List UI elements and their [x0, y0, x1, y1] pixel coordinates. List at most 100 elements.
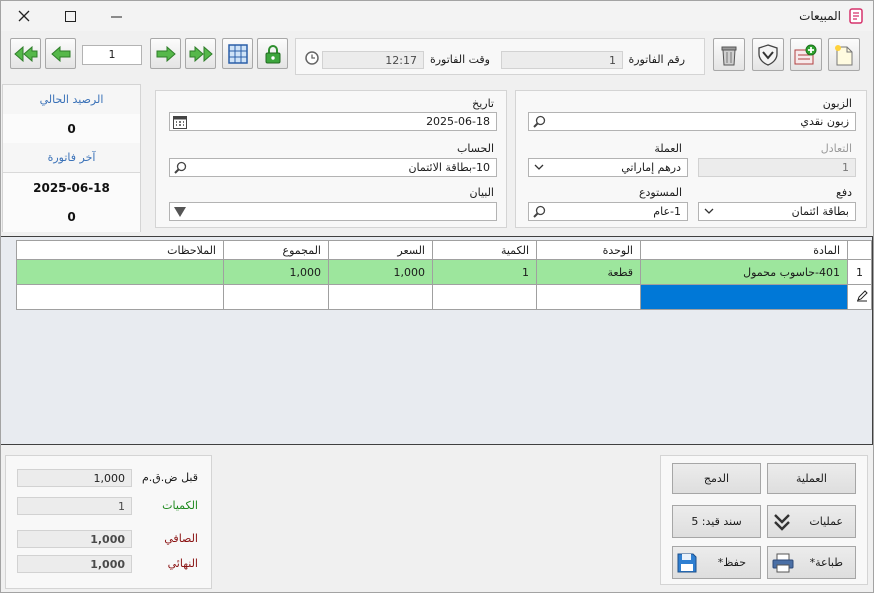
cell-notes[interactable]: [16, 259, 224, 285]
account-field[interactable]: 10-بطاقة الائتمان: [169, 158, 497, 177]
account-label: الحساب: [456, 142, 494, 155]
cell-item-active[interactable]: [640, 284, 848, 310]
minimize-button[interactable]: [93, 1, 139, 31]
close-button[interactable]: [1, 1, 47, 31]
customer-summary-panel: الرصيد الحالي 0 آخر فاتورة 2025-06-18 0: [2, 84, 141, 232]
maximize-button[interactable]: [47, 1, 93, 31]
add-record-button[interactable]: [790, 38, 822, 71]
record-number-input[interactable]: 1: [82, 45, 142, 65]
currency-label: العملة: [654, 142, 682, 155]
cell-quantity[interactable]: [432, 284, 537, 310]
customer-label: الزبون: [822, 97, 852, 110]
new-row-indicator[interactable]: [847, 284, 872, 310]
first-record-icon: [13, 45, 37, 62]
operation-button[interactable]: العملية: [767, 463, 856, 494]
printer-icon: [772, 553, 794, 572]
calendar-icon[interactable]: [171, 114, 189, 129]
row-number-header: [847, 240, 872, 260]
payment-value: بطاقة ائتمان: [791, 205, 849, 218]
last-record-button[interactable]: [185, 38, 216, 69]
dropdown-triangle-icon[interactable]: [171, 204, 189, 219]
cell-unit[interactable]: [536, 284, 641, 310]
title-bar: المبيعات: [1, 1, 873, 31]
row-number[interactable]: 1: [847, 259, 872, 285]
previous-record-button[interactable]: [45, 38, 76, 69]
currency-select[interactable]: درهم إماراتي: [528, 158, 688, 177]
shield-check-icon: [758, 43, 778, 66]
approve-button[interactable]: [752, 38, 784, 71]
column-header-price[interactable]: السعر: [328, 240, 433, 260]
invoice-time-label: وقت الفاتورة: [429, 53, 490, 66]
column-header-notes[interactable]: الملاحظات: [16, 240, 224, 260]
floppy-disk-icon: [677, 553, 697, 572]
close-icon: [18, 10, 30, 22]
cell-quantity[interactable]: 1: [432, 259, 537, 285]
cell-price[interactable]: [328, 284, 433, 310]
cell-total[interactable]: [223, 284, 329, 310]
invoice-time-field[interactable]: 12:17: [322, 51, 424, 69]
customer-field[interactable]: زبون نقدي: [528, 112, 856, 131]
items-table: الملاحظات المجموع السعر الكمية الوحدة ال…: [16, 240, 872, 310]
current-balance-value: 0: [3, 114, 140, 144]
invoice-number-label: رقم الفاتورة: [628, 53, 685, 66]
trash-icon: [721, 46, 737, 65]
next-record-button[interactable]: [150, 38, 181, 69]
invoice-info-panel: 12:17 وقت الفاتورة 1 رقم الفاتورة: [295, 38, 705, 75]
before-vat-field: 1,000: [17, 469, 132, 487]
warehouse-value: 1-عام: [653, 205, 681, 218]
final-field: 1,000: [17, 555, 132, 573]
cell-unit[interactable]: قطعة: [536, 259, 641, 285]
chevron-down-icon[interactable]: [700, 204, 718, 219]
journal-voucher-button[interactable]: سند قيد: 5: [672, 505, 761, 538]
warehouse-field[interactable]: 1-عام: [528, 202, 688, 221]
previous-record-icon: [50, 45, 70, 62]
items-grid[interactable]: الملاحظات المجموع السعر الكمية الوحدة ال…: [0, 236, 873, 445]
sales-document-icon: [849, 8, 863, 27]
delete-button[interactable]: [713, 38, 745, 71]
table-row[interactable]: 1,000 1,000 1 قطعة 401-حاسوب محمول 1: [16, 259, 872, 285]
lock-icon: [265, 44, 280, 63]
payment-label: دفع: [835, 186, 852, 199]
operations-menu-button[interactable]: عمليات: [767, 505, 856, 538]
maximize-icon: [64, 10, 76, 22]
save-button[interactable]: حفظ*: [672, 546, 761, 579]
invoice-details-panel: تاريخ 2025-06-18 الحساب 10-بطاقة الائتما…: [155, 90, 507, 228]
new-table-row[interactable]: [16, 284, 872, 310]
window-title: المبيعات: [799, 9, 841, 23]
column-header-item[interactable]: المادة: [640, 240, 848, 260]
date-field[interactable]: 2025-06-18: [169, 112, 497, 131]
before-vat-label: قبل ض.ق.م: [141, 471, 198, 484]
first-record-button[interactable]: [10, 38, 41, 69]
cell-item[interactable]: 401-حاسوب محمول: [640, 259, 848, 285]
search-icon[interactable]: [171, 160, 189, 175]
column-header-total[interactable]: المجموع: [223, 240, 329, 260]
statement-field[interactable]: [169, 202, 497, 221]
last-invoice-date: 2025-06-18: [3, 173, 140, 203]
last-invoice-label: آخر فاتورة: [3, 143, 140, 173]
chevron-down-icon[interactable]: [530, 160, 548, 175]
cell-total[interactable]: 1,000: [223, 259, 329, 285]
print-button[interactable]: طباعة*: [767, 546, 856, 579]
grid-view-icon: [227, 43, 248, 64]
current-balance-label: الرصيد الحالي: [3, 85, 140, 115]
column-header-unit[interactable]: الوحدة: [536, 240, 641, 260]
lock-button[interactable]: [257, 38, 288, 69]
new-document-button[interactable]: [828, 38, 860, 71]
next-record-icon: [156, 45, 176, 62]
save-label: حفظ*: [717, 556, 746, 569]
payment-select[interactable]: بطاقة ائتمان: [698, 202, 856, 221]
search-icon[interactable]: [530, 204, 548, 219]
date-value: 2025-06-18: [426, 115, 490, 128]
clock-icon: [305, 51, 319, 68]
table-header-row: الملاحظات المجموع السعر الكمية الوحدة ال…: [16, 240, 872, 260]
merge-button[interactable]: الدمج: [672, 463, 761, 494]
statement-label: البيان: [469, 186, 494, 199]
cell-notes[interactable]: [16, 284, 224, 310]
last-invoice-amount: 0: [3, 202, 140, 232]
cell-price[interactable]: 1,000: [328, 259, 433, 285]
column-header-quantity[interactable]: الكمية: [432, 240, 537, 260]
grid-view-button[interactable]: [222, 38, 253, 69]
double-chevron-down-icon: [774, 513, 790, 531]
search-icon[interactable]: [530, 114, 548, 129]
invoice-number-field[interactable]: 1: [501, 51, 623, 69]
